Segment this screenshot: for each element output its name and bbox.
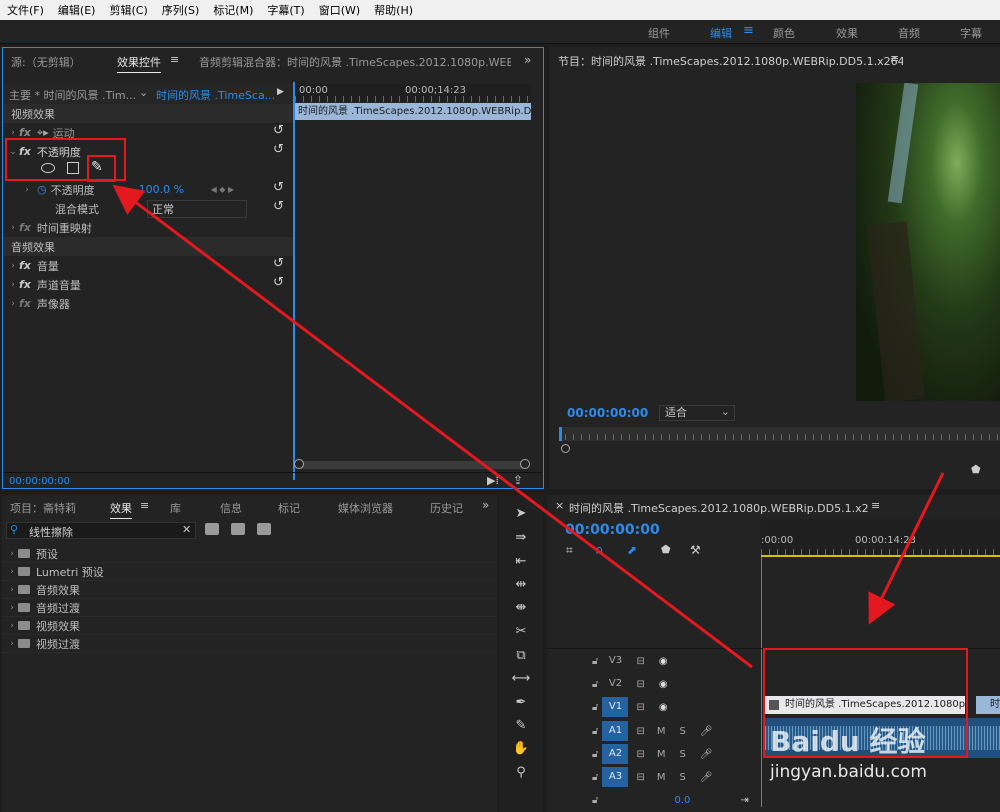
watermark-brand: Baidu 经验 — [770, 725, 926, 758]
watermark-url: jingyan.baidu.com — [770, 762, 927, 782]
arrow-to-clip — [868, 472, 945, 625]
annotation-arrows — [112, 184, 945, 669]
arrow-to-pen — [112, 184, 753, 669]
